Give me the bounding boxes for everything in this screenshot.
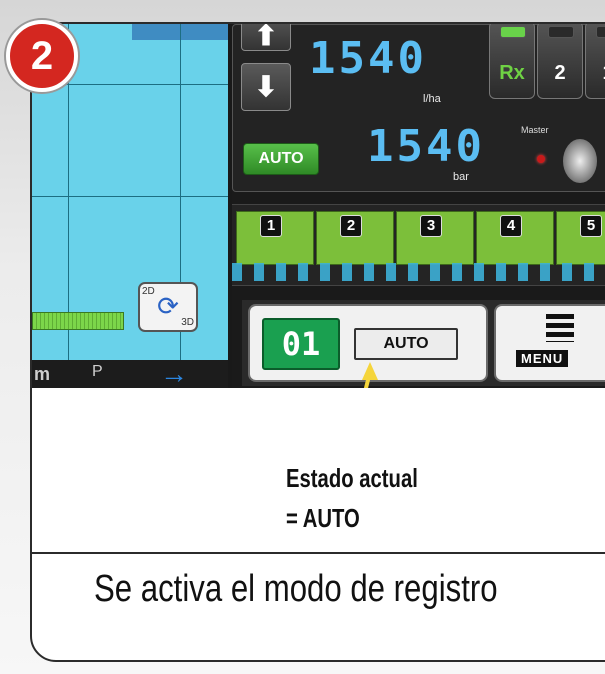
instruction-card: 2D ⟳ 3D m P → ⬆ ⬇ 1540 l/ha Rx 2 AUTO 15… <box>30 22 605 662</box>
divider <box>32 552 605 554</box>
step-badge: 2 <box>6 20 78 92</box>
callout-line1: Estado actual <box>286 463 418 493</box>
callout-line2: = AUTO <box>286 503 360 533</box>
caption: Se activa el modo de registro <box>94 568 498 610</box>
callout-text: Estado actual = AUTO <box>286 458 418 538</box>
pointer-arrowhead <box>362 362 378 380</box>
